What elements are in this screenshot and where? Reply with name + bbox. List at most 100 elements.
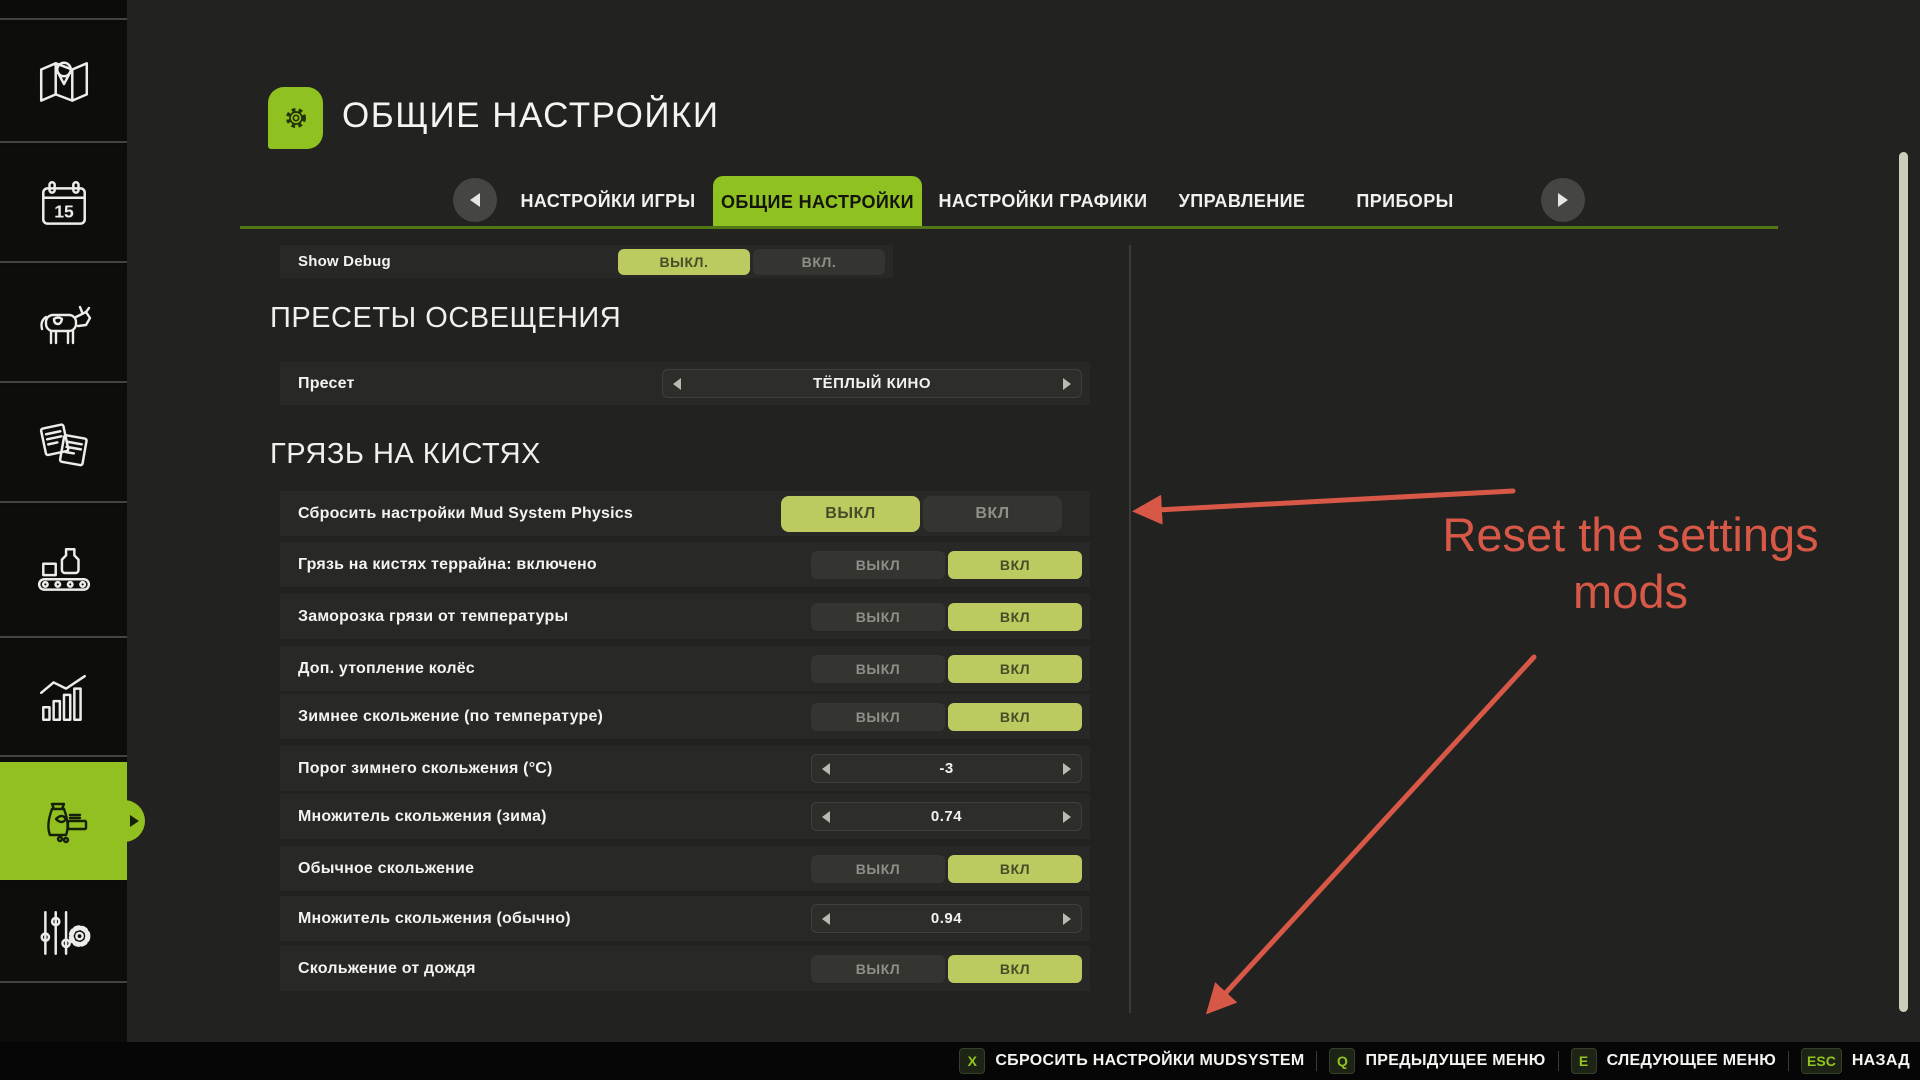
sidebar-item-map[interactable] [0, 24, 127, 143]
svg-text:15: 15 [54, 201, 74, 221]
toggle-group: ВЫКЛ ВКЛ [811, 655, 1082, 683]
key-q-badge: Q [1329, 1048, 1355, 1074]
scrollbar-thumb[interactable] [1899, 152, 1908, 1012]
setting-label: Show Debug [298, 253, 618, 270]
setting-label: Зимнее скольжение (по температуре) [298, 708, 811, 726]
toggle-off-button[interactable]: ВЫКЛ [811, 703, 945, 731]
increase-button[interactable] [1063, 811, 1071, 823]
content-divider [1129, 245, 1131, 1013]
toggle-group: ВЫКЛ ВКЛ [811, 603, 1082, 631]
toggle-off-button[interactable]: ВЫКЛ [811, 955, 945, 983]
toggle-off-button[interactable]: ВЫКЛ [811, 655, 945, 683]
preset-selector: ТЁПЛЫЙ КИНО [662, 369, 1082, 398]
setting-row: Сбросить настройки Mud System Physics ВЫ… [280, 491, 1090, 536]
toggle-off-button[interactable]: ВЫКЛ [811, 603, 945, 631]
key-e-badge: E [1571, 1048, 1597, 1074]
tab-game-settings[interactable]: НАСТРОЙКИ ИГРЫ [520, 191, 695, 212]
section-title-lighting-presets: ПРЕСЕТЫ ОСВЕЩЕНИЯ [270, 302, 621, 335]
hint-next-menu[interactable]: E СЛЕДУЮЩЕЕ МЕНЮ [1571, 1048, 1776, 1074]
tab-devices[interactable]: ПРИБОРЫ [1356, 191, 1453, 212]
hint-divider [1316, 1051, 1317, 1071]
selected-value: 0.94 [812, 910, 1081, 927]
sidebar-item-contracts[interactable] [0, 388, 127, 503]
setting-row: Множитель скольжения (обычно) 0.94 [280, 896, 1090, 941]
toggle-group: ВЫКЛ ВКЛ [811, 855, 1082, 883]
toggle-on-button[interactable]: ВКЛ [948, 603, 1082, 631]
statistics-icon [35, 672, 93, 726]
toggle-on-button[interactable]: ВКЛ. [753, 249, 885, 275]
decrease-button[interactable] [822, 811, 830, 823]
documents-icon [35, 418, 93, 472]
sidebar-item-prices[interactable] [0, 762, 127, 880]
tabs-next-button[interactable] [1541, 178, 1585, 222]
next-option-button[interactable] [1063, 378, 1071, 390]
hint-reset-mudsystem[interactable]: X СБРОСИТЬ НАСТРОЙКИ MUDSYSTEM [959, 1048, 1304, 1074]
selected-value: 0.74 [812, 808, 1081, 825]
hint-previous-menu[interactable]: Q ПРЕДЫДУЩЕЕ МЕНЮ [1329, 1048, 1545, 1074]
sidebar-item-statistics[interactable] [0, 643, 127, 757]
toggle-on-button[interactable]: ВКЛ [948, 955, 1082, 983]
key-x-badge: X [959, 1048, 985, 1074]
setting-row: Грязь на кистях террайна: включено ВЫКЛ … [280, 542, 1090, 587]
setting-row: Заморозка грязи от температуры ВЫКЛ ВКЛ [280, 594, 1090, 639]
key-esc-badge: ESC [1801, 1048, 1842, 1074]
hint-back[interactable]: ESC НАЗАД [1801, 1048, 1910, 1074]
setting-row: Порог зимнего скольжения (°C) -3 [280, 746, 1090, 791]
increase-button[interactable] [1063, 763, 1071, 775]
sidebar: 15 [0, 0, 127, 1080]
value-selector: -3 [811, 754, 1082, 783]
setting-label: Множитель скольжения (зима) [298, 808, 811, 826]
toggle-on-button[interactable]: ВКЛ [923, 496, 1062, 532]
section-title-mud-brushes: ГРЯЗЬ НА КИСТЯХ [270, 438, 541, 471]
sidebar-stub-tile [0, 0, 127, 20]
decrease-button[interactable] [822, 913, 830, 925]
prices-icon [34, 794, 94, 848]
sidebar-item-production[interactable] [0, 508, 127, 638]
tab-controls[interactable]: УПРАВЛЕНИЕ [1179, 191, 1306, 212]
setting-row: Множитель скольжения (зима) 0.74 [280, 794, 1090, 839]
tab-general-settings[interactable]: ОБЩИЕ НАСТРОЙКИ [713, 176, 922, 229]
active-tab-bump [103, 800, 145, 842]
value-selector: 0.74 [811, 802, 1082, 831]
increase-button[interactable] [1063, 913, 1071, 925]
toggle-on-button[interactable]: ВКЛ [948, 703, 1082, 731]
toggle-off-button[interactable]: ВЫКЛ [781, 496, 920, 532]
setting-label: Обычное скольжение [298, 860, 811, 878]
page-icon [268, 87, 323, 149]
production-icon [35, 545, 93, 599]
toggle-off-button[interactable]: ВЫКЛ [811, 855, 945, 883]
right-arrow-icon [1558, 193, 1568, 207]
toggle-group: ВЫКЛ ВКЛ [811, 551, 1082, 579]
toggle-on-button[interactable]: ВКЛ [948, 551, 1082, 579]
gear-icon [277, 98, 315, 138]
setting-row-show-debug: Show Debug ВЫКЛ. ВКЛ. [280, 245, 893, 278]
tab-underline [240, 226, 1778, 229]
left-arrow-icon [470, 193, 480, 207]
hint-divider [1558, 1051, 1559, 1071]
settings-screen: 15 [0, 0, 1920, 1080]
selected-value: ТЁПЛЫЙ КИНО [663, 375, 1081, 392]
toggle-on-button[interactable]: ВКЛ [948, 655, 1082, 683]
setting-row: Доп. утопление колёс ВЫКЛ ВКЛ [280, 646, 1090, 691]
map-icon [35, 56, 93, 110]
toggle-group: ВЫКЛ ВКЛ [781, 496, 1062, 532]
toggle-group: ВЫКЛ ВКЛ [811, 955, 1082, 983]
setting-row-preset: Пресет ТЁПЛЫЙ КИНО [280, 362, 1090, 405]
mod-settings-icon [35, 906, 93, 960]
setting-label: Порог зимнего скольжения (°C) [298, 760, 811, 778]
toggle-group: ВЫКЛ ВКЛ [811, 703, 1082, 731]
calendar-icon: 15 [35, 178, 93, 232]
setting-label: Доп. утопление колёс [298, 660, 811, 678]
decrease-button[interactable] [822, 763, 830, 775]
tabs-prev-button[interactable] [453, 178, 497, 222]
setting-row: Скольжение от дождя ВЫКЛ ВКЛ [280, 946, 1090, 991]
toggle-off-button[interactable]: ВЫКЛ. [618, 249, 750, 275]
toggle-on-button[interactable]: ВКЛ [948, 855, 1082, 883]
hint-divider [1788, 1051, 1789, 1071]
sidebar-item-mod-settings[interactable] [0, 885, 127, 983]
tab-graphics-settings[interactable]: НАСТРОЙКИ ГРАФИКИ [939, 191, 1148, 212]
sidebar-item-animals[interactable] [0, 268, 127, 383]
prev-option-button[interactable] [673, 378, 681, 390]
toggle-off-button[interactable]: ВЫКЛ [811, 551, 945, 579]
sidebar-item-calendar[interactable]: 15 [0, 148, 127, 263]
